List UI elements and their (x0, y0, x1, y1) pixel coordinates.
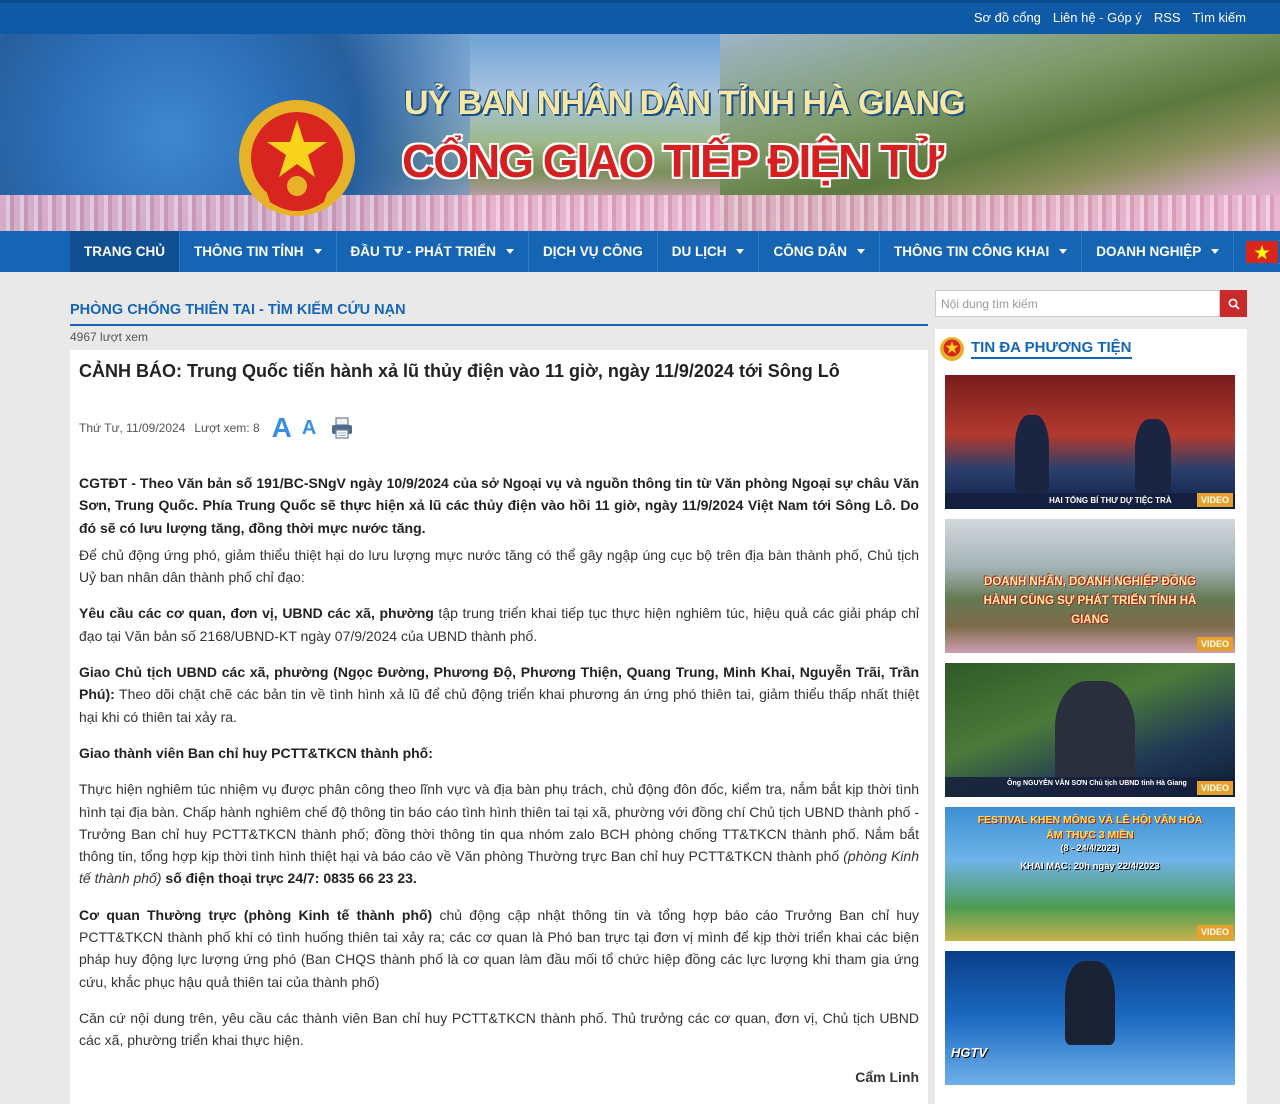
top-bar: Sơ đồ cổng Liên hệ - Góp ý RSS Tìm kiếm (0, 0, 1280, 34)
hotline-text: số điện thoại trực 24/7: 0835 66 23 23. (161, 870, 417, 887)
article-title: CẢNH BÁO: Trung Quốc tiến hành xả lũ thủ… (79, 361, 840, 381)
contact-link[interactable]: Liên hệ - Góp ý (1053, 10, 1142, 25)
article-paragraph-bold: Yêu cầu các cơ quan, đơn vị, UBND các xã… (79, 605, 434, 622)
caret-down-icon (1211, 249, 1220, 254)
multimedia-box: TIN ĐA PHƯƠNG TIỆN HAI TỔNG BÍ THƯ DỰ TI… (935, 329, 1247, 1104)
category-title[interactable]: PHÒNG CHỐNG THIÊN TAI - TÌM KIẾM CỨU NẠN (70, 302, 406, 318)
nav-public-info[interactable]: THÔNG TIN CÔNG KHAI (880, 231, 1083, 272)
nav-citizens-label: CÔNG DÂN (773, 244, 847, 259)
nav-province-info-label: THÔNG TIN TỈNH (194, 244, 304, 259)
nav-public-services-label: DỊCH VỤ CÔNG (542, 244, 643, 259)
video-caption: DOANH NHÂN, DOANH NGHIỆP ĐỒNG HÀNH CÙNG … (983, 576, 1197, 626)
video-thumbnail[interactable]: DOANH NHÂN, DOANH NGHIỆP ĐỒNG HÀNH CÙNG … (945, 519, 1235, 653)
rss-link[interactable]: RSS (1154, 10, 1181, 25)
video-person (1015, 415, 1049, 493)
video-thumbnail[interactable]: HAI TỔNG BÍ THƯ DỰ TIỆC TRÀ VIDEO (945, 375, 1235, 509)
caret-down-icon (505, 249, 514, 254)
font-increase-button[interactable]: A (272, 412, 292, 444)
article-lead: CGTĐT - Theo Văn bản số 191/BC-SNgV ngày… (79, 475, 919, 536)
top-links: Sơ đồ cổng Liên hệ - Góp ý RSS Tìm kiếm (974, 10, 1246, 25)
banner-flowers (0, 195, 1280, 231)
nav-tourism[interactable]: DU LỊCH (658, 231, 760, 272)
sidebar: Nội dung tìm kiếm TIN ĐA PHƯƠNG TIỆN HAI… (935, 290, 1247, 1104)
nav-citizens[interactable]: CÔNG DÂN (759, 231, 880, 272)
sitemap-link[interactable]: Sơ đồ cổng (974, 10, 1041, 25)
emblem-small-icon (940, 337, 964, 361)
nav-home-label: TRANG CHỦ (84, 244, 165, 259)
vietnam-flag-icon[interactable] (1246, 240, 1279, 263)
search-box: Nội dung tìm kiếm (935, 290, 1247, 317)
article-paragraph-text: Theo dõi chặt chẽ các bản tin về tình hì… (79, 686, 919, 725)
header-banner: UỶ BAN NHÂN DÂN TỈNH HÀ GIANG CỔNG GIAO … (0, 34, 1280, 231)
video-tag: VIDEO (1196, 637, 1233, 651)
category-header: PHÒNG CHỐNG THIÊN TAI - TÌM KIẾM CỨU NẠN (70, 296, 928, 326)
video-caption-date: (8 - 24/4/2023) (1060, 843, 1120, 853)
article-column: PHÒNG CHỐNG THIÊN TAI - TÌM KIẾM CỨU NẠN… (70, 296, 928, 1104)
video-caption-strip: Ông NGUYỄN VĂN SƠN Chủ tịch UBND tỉnh Hà… (945, 777, 1235, 797)
caret-down-icon (736, 249, 745, 254)
search-icon (1228, 298, 1240, 310)
video-person (1065, 961, 1115, 1045)
nav-tourism-label: DU LỊCH (671, 244, 727, 259)
article-paragraph-text: Thực hiện nghiêm túc nhiệm vụ được phân … (79, 781, 919, 865)
nav-business[interactable]: DOANH NGHIỆP (1082, 231, 1235, 272)
main-area: PHÒNG CHỐNG THIÊN TAI - TÌM KIẾM CỨU NẠN… (0, 272, 1280, 1104)
article-paragraph-bold: Giao thành viên Ban chỉ huy PCTT&TKCN th… (79, 744, 433, 761)
video-caption-strip: HAI TỔNG BÍ THƯ DỰ TIỆC TRÀ (945, 493, 1235, 509)
nav-public-info-label: THÔNG TIN CÔNG KHAI (893, 244, 1050, 259)
search-button[interactable] (1220, 290, 1247, 317)
article-author: Cẩm Linh (855, 1068, 919, 1085)
video-caption: HAI TỔNG BÍ THƯ DỰ TIỆC TRÀ (1049, 496, 1172, 505)
search-link[interactable]: Tìm kiếm (1193, 10, 1246, 25)
video-caption: Ông NGUYỄN VĂN SƠN Chủ tịch UBND tỉnh Hà… (1007, 780, 1187, 787)
category-views: 4967 lượt xem (70, 330, 148, 344)
multimedia-header: TIN ĐA PHƯƠNG TIỆN (939, 333, 1237, 365)
article-views: Lượt xem: 8 (194, 421, 260, 435)
video-person (1135, 419, 1171, 493)
video-tag: VIDEO (1196, 781, 1233, 795)
nav-home[interactable]: TRANG CHỦ (70, 231, 180, 272)
print-icon[interactable] (330, 416, 354, 440)
national-emblem-icon[interactable] (236, 98, 358, 224)
video-tag: VIDEO (1196, 493, 1233, 507)
nav-investment[interactable]: ĐẦU TƯ - PHÁT TRIỂN (337, 231, 529, 272)
video-caption-opening: KHAI MẠC: 20h ngày 22/4/2023 (1020, 861, 1160, 872)
video-thumbnail[interactable]: FESTIVAL KHEN MÔNG VÀ LỄ HỘI VĂN HÓA ẨM … (945, 807, 1235, 941)
video-caption: HGTV (951, 1045, 988, 1060)
search-input[interactable]: Nội dung tìm kiếm (935, 290, 1220, 317)
nav-province-info[interactable]: THÔNG TIN TỈNH (180, 231, 337, 272)
article-paragraph-bold: Cơ quan Thường trực (phòng Kinh tế thành… (79, 906, 433, 923)
video-caption: FESTIVAL KHEN MÔNG VÀ LỄ HỘI VĂN HÓA ẨM … (977, 814, 1203, 841)
video-thumbnail[interactable]: Ông NGUYỄN VĂN SƠN Chủ tịch UBND tỉnh Hà… (945, 663, 1235, 797)
video-thumbnail[interactable]: HGTV (945, 951, 1235, 1085)
article-card: CẢNH BÁO: Trung Quốc tiến hành xả lũ thủ… (70, 350, 928, 1104)
article-meta: Thứ Tư, 11/09/2024 Lượt xem: 8 A A (79, 412, 919, 444)
caret-down-icon (313, 249, 322, 254)
multimedia-title[interactable]: TIN ĐA PHƯƠNG TIỆN (971, 339, 1132, 359)
caret-down-icon (1059, 249, 1068, 254)
article-paragraph: Căn cứ nội dung trên, yêu cầu các thành … (79, 1009, 919, 1049)
font-decrease-button[interactable]: A (302, 417, 316, 440)
nav-public-services[interactable]: DỊCH VỤ CÔNG (529, 231, 658, 272)
article-date: Thứ Tư, 11/09/2024 (79, 421, 186, 435)
video-tag: VIDEO (1196, 925, 1233, 939)
article-paragraph: Để chủ động ứng phó, giảm thiểu thiệt hạ… (79, 546, 919, 586)
article-body: CGTĐT - Theo Văn bản số 191/BC-SNgV ngày… (79, 472, 919, 1088)
nav-business-label: DOANH NGHIỆP (1096, 244, 1202, 259)
banner-title-portal: CỔNG GIAO TIẾP ĐIỆN TỬ (402, 135, 944, 187)
nav-investment-label: ĐẦU TƯ - PHÁT TRIỂN (350, 244, 496, 259)
language-switcher (1234, 231, 1280, 272)
banner-title-province: UỶ BAN NHÂN DÂN TỈNH HÀ GIANG (404, 84, 965, 122)
main-nav: TRANG CHỦ THÔNG TIN TỈNH ĐẦU TƯ - PHÁT T… (0, 231, 1280, 272)
caret-down-icon (856, 249, 865, 254)
